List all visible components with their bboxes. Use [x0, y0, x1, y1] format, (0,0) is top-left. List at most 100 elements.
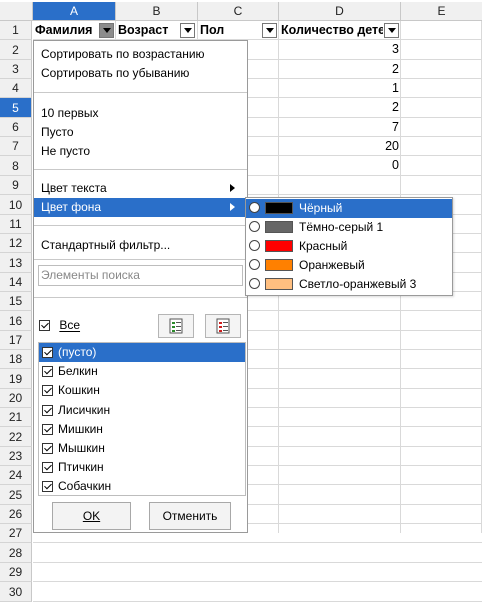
cell-a1[interactable]: Фамилия: [33, 22, 98, 39]
cell-d-value[interactable]: 1: [279, 79, 399, 98]
menu-top-10[interactable]: 10 первых: [34, 104, 247, 123]
cell-d1[interactable]: Количество детей: [279, 22, 383, 39]
select-current-button[interactable]: [158, 314, 194, 338]
row-header[interactable]: 14: [0, 273, 32, 292]
column-header-b[interactable]: B: [116, 2, 198, 21]
color-option[interactable]: Чёрный: [246, 199, 452, 218]
row-header[interactable]: 20: [0, 389, 32, 408]
autofilter-button-c[interactable]: [262, 23, 277, 38]
color-option[interactable]: Тёмно-серый 1: [246, 218, 452, 237]
column-header-a[interactable]: A: [33, 2, 116, 21]
radio-button[interactable]: [249, 240, 260, 251]
color-swatch: [265, 202, 293, 214]
cell-d-value[interactable]: 0: [279, 156, 399, 175]
checkbox-checked[interactable]: [42, 404, 53, 416]
list-item[interactable]: Кошкин: [39, 381, 245, 400]
column-header-e[interactable]: E: [401, 2, 482, 21]
cell-d-value[interactable]: 7: [279, 118, 399, 137]
row-header[interactable]: 1: [0, 21, 32, 40]
row-header[interactable]: 18: [0, 350, 32, 369]
row-header[interactable]: 11: [0, 215, 32, 234]
values-list[interactable]: (пусто) Белкин Кошкин Лисичкин Мишкин Мышкин П…: [38, 342, 246, 496]
row-header[interactable]: 29: [0, 563, 32, 582]
row-header[interactable]: 16: [0, 311, 32, 331]
checkbox-checked[interactable]: [42, 347, 53, 358]
list-item[interactable]: (пусто): [39, 343, 245, 362]
cell-d-value[interactable]: 2: [279, 98, 399, 117]
cell-b1[interactable]: Возраст: [116, 22, 178, 39]
row-header[interactable]: 22: [0, 427, 32, 447]
radio-button[interactable]: [249, 278, 260, 289]
select-all-corner[interactable]: [0, 2, 33, 21]
checkbox-checked[interactable]: [42, 443, 53, 454]
row-header[interactable]: 28: [0, 543, 32, 563]
column-header-c[interactable]: C: [198, 2, 279, 21]
menu-empty[interactable]: Пусто: [34, 123, 247, 142]
row-header[interactable]: 26: [0, 505, 32, 524]
row-header[interactable]: 5: [0, 98, 32, 118]
row-header[interactable]: 24: [0, 466, 32, 485]
autofilter-button-d[interactable]: [384, 23, 399, 38]
row-header[interactable]: 27: [0, 524, 32, 543]
cancel-button[interactable]: Отменить: [149, 502, 231, 530]
row-header[interactable]: 23: [0, 447, 32, 466]
row-header[interactable]: 12: [0, 234, 32, 253]
checkbox-checked[interactable]: [39, 320, 50, 331]
menu-not-empty[interactable]: Не пусто: [34, 142, 247, 161]
row-header[interactable]: 30: [0, 582, 32, 602]
menu-background-color-label: Цвет фона: [41, 200, 102, 214]
row-header[interactable]: 19: [0, 369, 32, 389]
list-item-label: Кошкин: [58, 383, 100, 398]
cell-d-value[interactable]: 3: [279, 40, 399, 59]
cell-c1[interactable]: Пол: [198, 22, 260, 39]
list-item[interactable]: Собачкин: [39, 477, 245, 495]
checkbox-checked[interactable]: [42, 423, 53, 435]
autofilter-button-a[interactable]: [99, 23, 114, 38]
row-header[interactable]: 4: [0, 79, 32, 98]
list-item-label: Собачкин: [58, 479, 112, 494]
row-header[interactable]: 15: [0, 292, 32, 311]
select-all-checkbox[interactable]: Все: [39, 317, 80, 333]
menu-standard-filter[interactable]: Стандартный фильтр...: [34, 236, 247, 255]
radio-button[interactable]: [249, 259, 260, 270]
row-header[interactable]: 8: [0, 156, 32, 176]
row-header[interactable]: 25: [0, 485, 32, 505]
row-header[interactable]: 2: [0, 40, 32, 60]
column-header-d[interactable]: D: [279, 2, 401, 21]
menu-background-color[interactable]: Цвет фона: [34, 198, 247, 217]
checkbox-checked[interactable]: [42, 385, 53, 397]
cell-d-value[interactable]: 20: [279, 137, 399, 156]
chevron-down-icon: [184, 28, 192, 33]
unselect-current-button[interactable]: [205, 314, 241, 338]
checkbox-checked[interactable]: [42, 481, 53, 493]
ok-button[interactable]: OK: [52, 502, 131, 530]
list-item[interactable]: Лисичкин: [39, 401, 245, 420]
row-header[interactable]: 7: [0, 137, 32, 156]
menu-sort-ascending[interactable]: Сортировать по возрастанию: [34, 45, 247, 64]
autofilter-button-b[interactable]: [180, 23, 195, 38]
color-option-label: Тёмно-серый 1: [299, 220, 384, 234]
row-header[interactable]: 3: [0, 60, 32, 79]
radio-button[interactable]: [249, 221, 260, 232]
color-option[interactable]: Красный: [246, 237, 452, 256]
list-item[interactable]: Белкин: [39, 362, 245, 381]
list-item[interactable]: Птичкин: [39, 458, 245, 477]
search-input[interactable]: Элементы поиска: [38, 265, 243, 286]
row-header[interactable]: 17: [0, 331, 32, 350]
row-header[interactable]: 10: [0, 195, 32, 215]
color-option[interactable]: Оранжевый: [246, 256, 452, 275]
menu-text-color[interactable]: Цвет текста: [34, 179, 247, 198]
color-option[interactable]: Светло-оранжевый 3: [246, 275, 452, 294]
row-header[interactable]: 13: [0, 253, 32, 273]
row-header[interactable]: 9: [0, 176, 32, 195]
list-item[interactable]: Мышкин: [39, 439, 245, 458]
radio-button[interactable]: [249, 202, 260, 213]
row-header[interactable]: 21: [0, 408, 32, 427]
row-header[interactable]: 6: [0, 118, 32, 137]
check-list-icon: [169, 318, 183, 334]
checkbox-checked[interactable]: [42, 366, 53, 378]
cell-d-value[interactable]: 2: [279, 60, 399, 79]
menu-sort-descending[interactable]: Сортировать по убыванию: [34, 64, 247, 83]
checkbox-checked[interactable]: [42, 462, 53, 474]
list-item[interactable]: Мишкин: [39, 420, 245, 439]
